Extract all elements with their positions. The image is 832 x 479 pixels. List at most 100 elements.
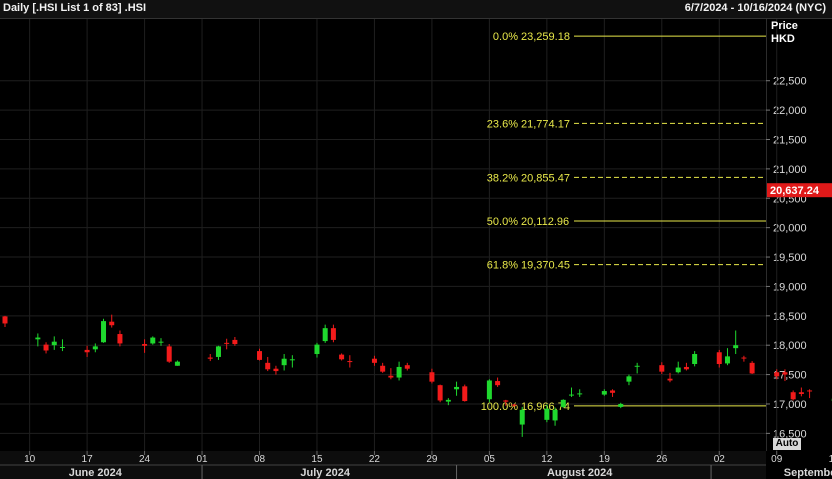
candle-body[interactable] [404,365,410,369]
y-tick-label: 21,500 [773,134,807,146]
candle-body[interactable] [92,346,98,350]
candle-body[interactable] [462,386,468,402]
candle-body[interactable] [207,357,213,359]
candle-body[interactable] [692,354,698,365]
y-tick-label: 22,500 [773,76,807,88]
y-axis-title: Price [771,20,798,32]
candle-body[interactable] [552,409,558,421]
candle-body[interactable] [43,344,49,351]
candle-body[interactable] [314,344,320,355]
candle-body[interactable] [265,362,271,370]
candlestick-chart[interactable]: 16,50017,00017,50018,00018,50019,00019,5… [0,0,832,479]
candle-body[interactable] [101,321,107,343]
x-tick-label: 16 [829,454,832,465]
candle-body[interactable] [117,334,123,344]
candle-body[interactable] [347,361,353,363]
fib-level-value: 21,774.17 [521,118,570,130]
auto-scale-button[interactable]: Auto [773,438,801,450]
candle-body[interactable] [388,375,394,378]
candle-body[interactable] [445,399,451,402]
candle-body[interactable] [503,400,509,402]
candle-body[interactable] [716,352,722,365]
x-tick-label: 01 [196,454,208,465]
candle-body[interactable] [683,366,689,370]
candle-body[interactable] [257,351,263,360]
fib-level-value: 20,112.96 [521,216,569,228]
y-tick-label: 21,000 [773,164,807,176]
candle-body[interactable] [511,404,517,406]
x-tick-label: 24 [139,454,151,465]
candle-body[interactable] [396,366,402,378]
candle-body[interactable] [610,390,616,393]
candle-body[interactable] [782,372,788,375]
candle-body[interactable] [339,354,345,360]
candle-body[interactable] [429,372,435,382]
candle-body[interactable] [486,380,492,400]
candle-body[interactable] [59,346,65,348]
candle-body[interactable] [322,328,328,342]
fib-level-percent: 23.6% [487,118,518,130]
candle-body[interactable] [109,321,115,326]
candle-body[interactable] [659,365,665,372]
candle-body[interactable] [371,358,377,363]
candle-body[interactable] [174,361,180,366]
candle-body[interactable] [380,365,386,372]
candle-body[interactable] [224,342,230,344]
month-label: June 2024 [69,467,123,479]
candle-body[interactable] [158,341,164,343]
candle-body[interactable] [667,378,673,381]
y-tick-label: 22,000 [773,105,807,117]
candle-body[interactable] [495,381,501,386]
candle-body[interactable] [232,339,238,345]
last-price-label: 20,637.24 [770,185,820,197]
candle-body[interactable] [544,408,550,420]
candle-body[interactable] [618,403,624,407]
x-tick-label: 17 [82,454,94,465]
candle-body[interactable] [273,368,279,372]
candle-body[interactable] [84,349,90,353]
candle-body[interactable] [330,328,336,340]
x-tick-label: 29 [426,454,438,465]
candle-body[interactable] [790,392,796,400]
y-tick-label: 18,000 [773,340,807,352]
candle-body[interactable] [35,337,41,340]
candle-body[interactable] [215,346,221,357]
y-tick-label: 18,500 [773,311,807,323]
candle-body[interactable] [741,357,747,359]
fib-level-value: 20,855.47 [521,172,570,184]
candle-body[interactable] [601,391,607,395]
candle-body[interactable] [454,386,460,390]
x-tick-label: 15 [311,454,323,465]
candle-body[interactable] [577,393,583,395]
x-tick-label: 10 [24,454,36,465]
candle-body[interactable] [437,385,443,401]
candle-body[interactable] [724,356,730,364]
candle-body[interactable] [560,399,566,407]
candle-body[interactable] [142,344,148,346]
candle-body[interactable] [774,372,780,377]
candle-body[interactable] [2,316,8,324]
candle-body[interactable] [675,367,681,373]
fib-level-value: 23,259.18 [521,31,570,43]
candle-body[interactable] [749,362,755,374]
x-tick-label: 05 [484,454,496,465]
candle-body[interactable] [150,337,156,344]
candle-body[interactable] [798,392,804,394]
fib-level-value: 19,370.45 [521,260,570,272]
candle-body[interactable] [281,358,287,366]
fib-level-percent: 38.2% [487,172,518,184]
month-label: July 2024 [300,467,350,479]
candle-body[interactable] [807,390,813,392]
candle-body[interactable] [733,345,739,349]
candle-body[interactable] [519,409,525,425]
candle-body[interactable] [51,341,57,346]
y-tick-label: 19,000 [773,281,807,293]
candle-body[interactable] [634,365,640,367]
candle-body[interactable] [626,376,632,382]
candle-body[interactable] [568,394,574,396]
candle-body[interactable] [166,346,172,362]
candle-body[interactable] [289,359,295,361]
fib-level-percent: 100.0% [481,401,519,413]
fib-level-percent: 50.0% [487,216,518,228]
y-axis-unit: HKD [771,33,795,45]
